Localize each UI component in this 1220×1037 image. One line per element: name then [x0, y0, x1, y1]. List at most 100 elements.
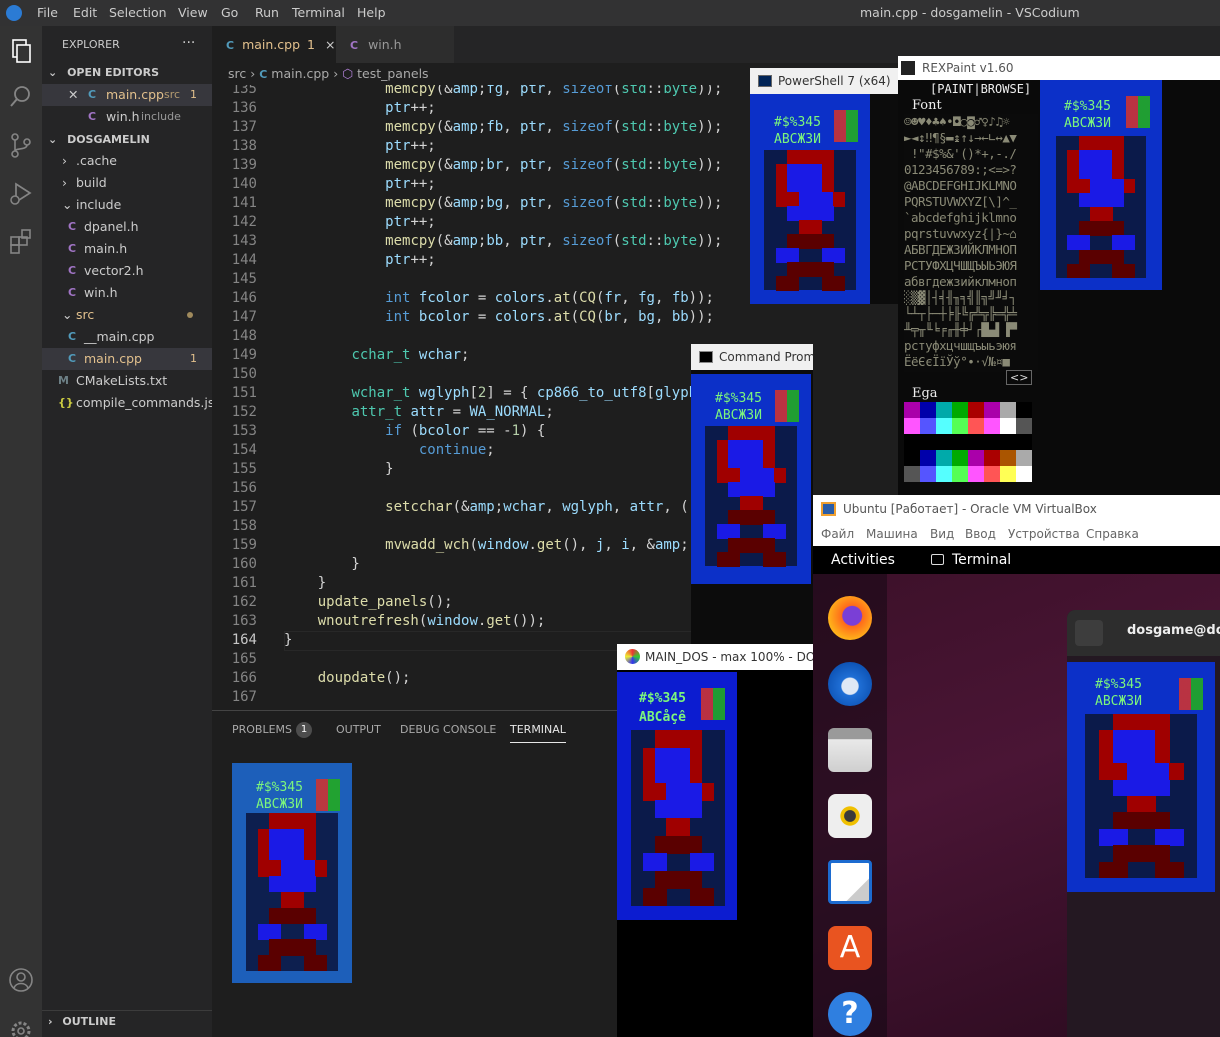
settings-gear-icon[interactable] [6, 1016, 36, 1037]
powershell-titlebar[interactable]: PowerShell 7 (x64) [750, 68, 898, 94]
search-icon[interactable] [6, 82, 36, 112]
menu-view[interactable]: View [178, 5, 208, 20]
code-line[interactable]: doupdate(); [284, 670, 411, 686]
code-line[interactable]: } [284, 461, 393, 477]
palette-swatch[interactable] [920, 418, 936, 434]
source-control-icon[interactable] [6, 130, 36, 160]
extensions-icon[interactable] [6, 226, 36, 256]
palette-swatch[interactable] [952, 466, 968, 482]
font-glyph-grid[interactable]: ☺☻♥♦♣♠•◘○◙♂♀♪♫☼ ►◄↕‼¶§▬↨↑↓→←∟↔▲▼ !"#$%&'(… [904, 114, 1038, 372]
tree-folder[interactable]: ⌄ include [42, 194, 212, 216]
app-menu-terminal[interactable]: Terminal [952, 546, 1011, 574]
code-line[interactable]: setcchar(&amp;wchar, wglyph, attr, ( [284, 499, 689, 515]
tree-file[interactable]: {} compile_commands.js... [42, 392, 226, 414]
menu-terminal[interactable]: Terminal [292, 5, 345, 20]
tree-file[interactable]: C __main.cpp [42, 326, 212, 348]
tree-folder[interactable]: › .cache [42, 150, 212, 172]
code-line[interactable]: ptr++; [284, 138, 436, 154]
rexpaint-mode-tabs[interactable]: [PAINT|BROWSE] [930, 82, 1031, 96]
breadcrumb-symbol[interactable]: test_panels [357, 66, 428, 81]
palette-swatch[interactable] [968, 466, 984, 482]
tree-file[interactable]: Cvector2.h [42, 260, 212, 282]
palette-swatch[interactable] [904, 434, 920, 450]
tree-folder[interactable]: › build [42, 172, 212, 194]
code-line[interactable]: memcpy(&amp;br, ptr, sizeof(std::byte)); [284, 157, 722, 173]
menu-go[interactable]: Go [221, 5, 238, 20]
tree-file-selected[interactable]: Cmain.cpp 1 [42, 348, 212, 370]
tree-file[interactable]: Cwin.h [42, 282, 212, 304]
palette-swatch[interactable] [936, 402, 952, 418]
help-icon[interactable]: ? [828, 992, 872, 1036]
palette-swatch[interactable] [984, 450, 1000, 466]
cmd-titlebar[interactable]: Command Prompt - main_cmd.e [691, 344, 813, 370]
code-line[interactable]: int bcolor = colors.at(CQ(br, bg, bb)); [284, 309, 714, 325]
explorer-more-button[interactable]: ··· [182, 35, 195, 51]
palette-swatch[interactable] [1000, 466, 1016, 482]
project-section[interactable]: ⌄ DOSGAMELIN [42, 129, 212, 151]
palette-swatch[interactable] [984, 402, 1000, 418]
files-icon[interactable] [828, 728, 872, 772]
open-editor-item[interactable]: C win.h include [42, 106, 212, 128]
tab-win-h[interactable]: C win.h [336, 26, 454, 63]
menu-file[interactable]: Файл [821, 523, 854, 545]
dosbox-window[interactable]: MAIN_DOS - max 100% - DOSB #$%345 ABCåçê [617, 644, 813, 1037]
palette-swatch[interactable] [968, 418, 984, 434]
code-line[interactable]: int fcolor = colors.at(CQ(fr, fg, fb)); [284, 290, 714, 306]
outline-section[interactable]: › OUTLINE [42, 1010, 212, 1032]
code-line[interactable]: mvwadd_wch(window.get(), j, i, &amp; [284, 537, 689, 553]
ubuntu-terminal-header[interactable]: dosgame@do [1067, 610, 1220, 656]
palette-swatch[interactable] [952, 402, 968, 418]
code-line[interactable]: ptr++; [284, 176, 436, 192]
menu-edit[interactable]: Edit [73, 5, 97, 20]
ega-palette[interactable] [904, 402, 1034, 496]
writer-icon[interactable] [828, 860, 872, 904]
close-icon[interactable]: ✕ [68, 84, 78, 106]
run-debug-icon[interactable] [6, 178, 36, 208]
palette-swatch[interactable] [1016, 450, 1032, 466]
account-icon[interactable] [6, 965, 36, 995]
palette-swatch[interactable] [936, 434, 952, 450]
palette-swatch[interactable] [904, 466, 920, 482]
palette-swatch[interactable] [920, 466, 936, 482]
rhythmbox-icon[interactable] [828, 794, 872, 838]
integrated-terminal-render[interactable]: #$%345 АВСЖЗИ [232, 763, 352, 983]
code-line[interactable]: wchar_t wglyph[2] = { cp866_to_utf8[glyp… [284, 385, 697, 401]
palette-swatch[interactable] [936, 418, 952, 434]
menu-help[interactable]: Справка [1086, 523, 1139, 545]
palette-swatch[interactable] [952, 418, 968, 434]
code-line[interactable]: ptr++; [284, 100, 436, 116]
dosbox-titlebar[interactable]: MAIN_DOS - max 100% - DOSB [617, 644, 813, 670]
code-line[interactable]: update_panels(); [284, 594, 453, 610]
tab-problems[interactable]: PROBLEMS [232, 723, 292, 736]
palette-swatch[interactable] [1000, 434, 1016, 450]
palette-swatch[interactable] [984, 418, 1000, 434]
code-line[interactable]: ptr++; [284, 252, 436, 268]
palette-swatch[interactable] [920, 450, 936, 466]
code-editor[interactable]: 135 136 137 138 139 140 141 142 143 144 145 146 147 1… [212, 85, 752, 710]
code-line[interactable]: wnoutrefresh(window.get()); [284, 613, 546, 629]
menu-machine[interactable]: Машина [866, 523, 918, 545]
rexpaint-window[interactable]: REXPaint v1.60 [PAINT|BROWSE] Font ☺☻♥♦♣… [898, 56, 1220, 496]
open-editor-item[interactable]: ✕ C main.cpp src 1 [42, 84, 212, 106]
tree-folder[interactable]: ⌄ src [42, 304, 212, 326]
tree-file[interactable]: Cmain.h [42, 238, 212, 260]
palette-swatch[interactable] [936, 466, 952, 482]
font-nav-button[interactable]: <> [1006, 370, 1033, 385]
palette-swatch[interactable] [1016, 402, 1032, 418]
open-editors-section[interactable]: ⌄ OPEN EDITORS [42, 62, 212, 84]
thunderbird-icon[interactable] [828, 662, 872, 706]
code-line[interactable]: attr_t attr = WA_NORMAL; [284, 404, 553, 420]
tree-file[interactable]: M CMakeLists.txt [42, 370, 212, 392]
explorer-icon[interactable] [6, 36, 36, 66]
rexpaint-titlebar[interactable]: REXPaint v1.60 [898, 56, 1220, 80]
palette-swatch[interactable] [952, 434, 968, 450]
palette-swatch[interactable] [920, 434, 936, 450]
powershell-window[interactable]: PowerShell 7 (x64) #$%345 АВСЖЗИ [750, 68, 898, 304]
code-line[interactable]: continue; [284, 442, 495, 458]
breadcrumb-src[interactable]: src [228, 66, 246, 81]
tab-output[interactable]: OUTPUT [336, 723, 381, 736]
activities-button[interactable]: Activities [831, 546, 895, 574]
palette-swatch[interactable] [1000, 450, 1016, 466]
palette-swatch[interactable] [904, 450, 920, 466]
app-center-icon[interactable]: A [828, 926, 872, 970]
